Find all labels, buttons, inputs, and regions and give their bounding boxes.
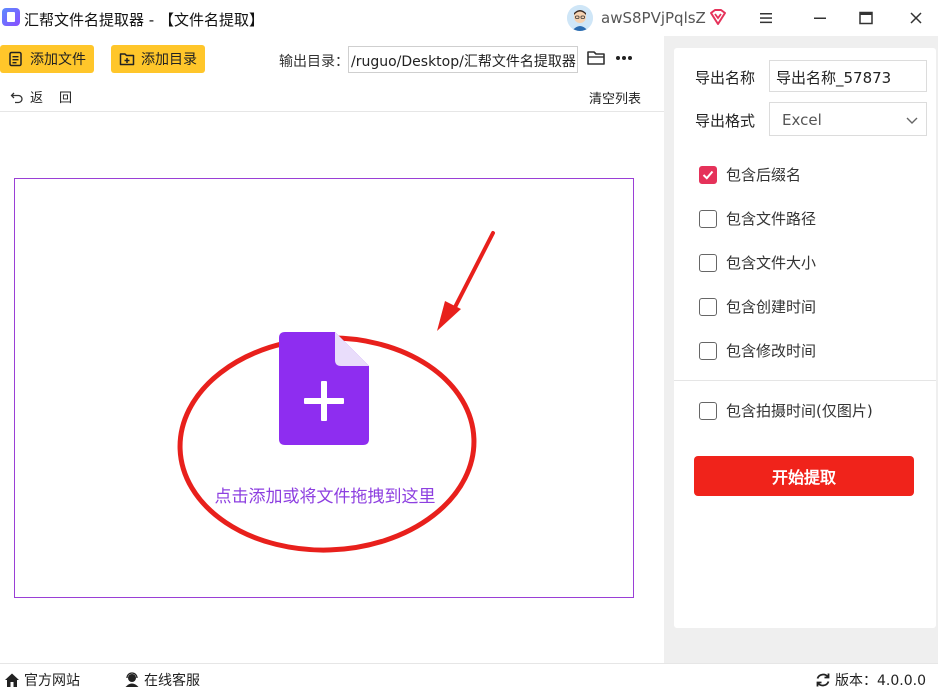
settings-divider [674,380,936,381]
official-website-link[interactable]: 官方网站 [4,670,80,689]
clear-list-button[interactable]: 清空列表 [589,88,641,107]
option-label: 包含文件路径 [726,210,817,228]
settings-panel: 导出名称 导出名称_57873 导出格式 Excel 包含后缀名 包含文件路径 … [674,48,936,628]
option-include-extension[interactable]: 包含后缀名 [699,164,801,185]
option-include-created-time[interactable]: 包含创建时间 [699,296,816,317]
website-label: 官方网站 [24,673,80,689]
output-dir-input[interactable]: /ruguo/Desktop/汇帮文件名提取器 [348,46,578,73]
chevron-down-icon [906,117,918,124]
more-options-icon[interactable] [614,48,634,68]
add-directory-label: 添加目录 [141,52,197,68]
maximize-icon[interactable] [854,6,878,30]
undo-icon [10,92,23,103]
minimize-icon[interactable] [808,6,832,30]
add-file-icon [9,51,22,67]
add-folder-icon [119,53,135,66]
online-support-link[interactable]: 在线客服 [124,670,200,689]
output-dir-label: 输出目录： [279,54,349,70]
option-include-capture-time[interactable]: 包含拍摄时间(仅图片) [699,400,873,421]
version-info[interactable]: 版本：4.0.0.0 [815,670,926,689]
export-name-label: 导出名称 [695,69,756,87]
refresh-icon [816,673,830,687]
option-include-size[interactable]: 包含文件大小 [699,252,816,273]
export-format-value: Excel [782,111,822,129]
add-file-button[interactable]: 添加文件 [0,45,94,73]
vip-badge-icon[interactable] [709,8,727,26]
toolbar: 添加文件 添加目录 输出目录： /ruguo/Desktop/汇帮文件名提取器 … [0,36,664,112]
option-include-path[interactable]: 包含文件路径 [699,208,816,229]
username-text[interactable]: awS8PVjPqlsZ [601,9,706,27]
add-document-icon [279,332,369,445]
option-label: 包含修改时间 [726,342,817,360]
option-include-modified-time[interactable]: 包含修改时间 [699,340,816,361]
title-bar: 汇帮文件名提取器 - 【文件名提取】 awS8PVjPqlsZ [0,0,938,36]
option-label: 包含创建时间 [726,298,817,316]
option-label: 包含后缀名 [726,166,802,184]
menu-icon[interactable] [754,6,778,30]
checkbox-unchecked[interactable] [699,297,717,316]
start-extract-button[interactable]: 开始提取 [694,456,914,496]
version-label: 版本：4.0.0.0 [835,673,926,689]
checkbox-unchecked[interactable] [699,341,717,360]
support-label: 在线客服 [144,673,200,689]
close-icon[interactable] [904,6,928,30]
app-logo-icon [2,8,20,26]
status-bar: 官方网站 在线客服 版本：4.0.0.0 [0,663,938,689]
back-label-1: 返 [30,91,44,106]
drop-zone-graphic [177,231,495,553]
back-button[interactable]: 返 回 [10,87,72,106]
add-directory-button[interactable]: 添加目录 [111,45,205,73]
export-name-input[interactable]: 导出名称_57873 [769,60,927,92]
window-title: 汇帮文件名提取器 - 【文件名提取】 [24,11,264,29]
checkbox-unchecked[interactable] [699,209,717,228]
back-label-2: 回 [59,91,73,106]
file-drop-zone[interactable]: 点击添加或将文件拖拽到这里 [14,178,634,598]
drop-zone-hint: 点击添加或将文件拖拽到这里 [214,487,436,507]
user-avatar-icon[interactable] [567,5,593,31]
checkmark-icon [702,170,714,180]
option-label: 包含文件大小 [726,254,817,272]
checkbox-unchecked[interactable] [699,401,717,420]
home-icon [5,673,19,687]
add-file-label: 添加文件 [30,52,86,68]
panel-divider [664,36,674,663]
annotation-arrow [437,231,495,331]
export-format-select[interactable]: Excel [769,102,927,136]
open-folder-icon[interactable] [586,48,606,68]
customer-service-icon [125,672,139,687]
export-format-label: 导出格式 [695,112,756,130]
checkbox-checked[interactable] [699,165,717,184]
option-label: 包含拍摄时间(仅图片) [726,402,873,420]
checkbox-unchecked[interactable] [699,253,717,272]
